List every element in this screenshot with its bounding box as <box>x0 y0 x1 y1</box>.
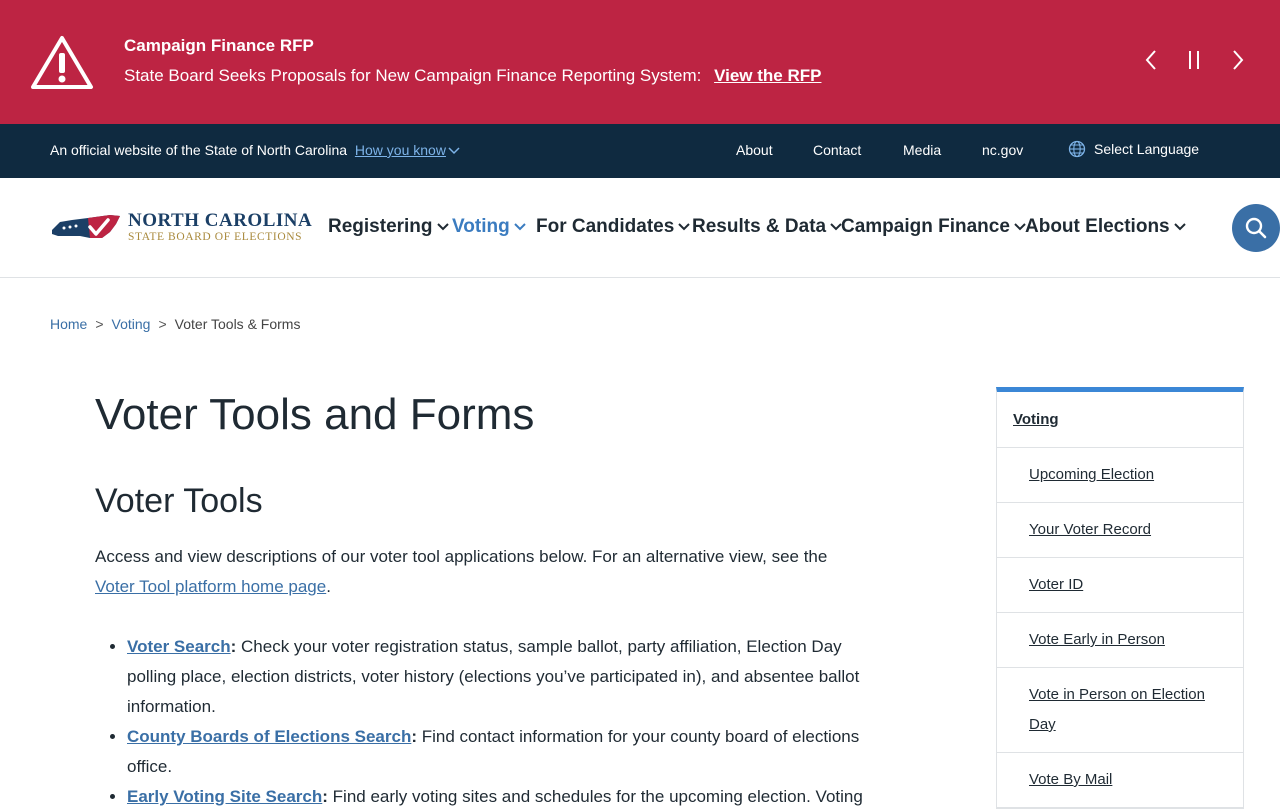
intro-paragraph: Access and view descriptions of our vote… <box>95 542 865 602</box>
breadcrumb-separator: > <box>158 316 167 332</box>
util-link-contact[interactable]: Contact <box>813 142 861 158</box>
alert-pause-button[interactable] <box>1178 44 1210 76</box>
pause-icon <box>1189 51 1199 69</box>
sidebar-heading: Voting <box>997 392 1243 448</box>
sidebar-item-vote-early-in-person: Vote Early in Person <box>997 613 1243 668</box>
nav-label: Registering <box>328 216 433 237</box>
nav-label: About Elections <box>1025 216 1170 237</box>
warning-icon <box>31 36 93 89</box>
globe-icon <box>1068 140 1086 158</box>
chevron-down-icon <box>1173 223 1186 231</box>
tool-description: Find early voting sites and schedules fo… <box>327 787 863 806</box>
how-you-know-toggle[interactable]: How you know <box>355 142 460 158</box>
breadcrumb-voting[interactable]: Voting <box>112 316 151 332</box>
main-navigation: NORTH CAROLINA STATE BOARD OF ELECTIONS … <box>0 178 1280 278</box>
sidebar-link[interactable]: Vote Early in Person <box>1029 631 1165 648</box>
sidebar-item-vote-in-person-election-day: Vote in Person on Election Day <box>997 668 1243 753</box>
nav-for-candidates[interactable]: For Candidates <box>536 216 691 238</box>
nav-voting[interactable]: Voting <box>452 216 526 238</box>
search-icon <box>1245 217 1267 239</box>
county-boards-search-link[interactable]: County Boards of Elections Search <box>127 727 411 746</box>
voter-tools-list: Voter Search: Check your voter registrat… <box>95 632 865 812</box>
nav-label: Campaign Finance <box>841 216 1010 237</box>
intro-period: . <box>326 577 331 596</box>
chevron-left-icon <box>1145 50 1156 70</box>
early-voting-site-search-link[interactable]: Early Voting Site Search <box>127 787 322 806</box>
chevron-right-icon <box>1233 50 1244 70</box>
tool-description: Check your voter registration status, sa… <box>127 637 860 716</box>
alert-prev-button[interactable] <box>1135 44 1167 76</box>
official-text: An official website of the State of Nort… <box>50 142 348 158</box>
main-content: Voter Tools and Forms Voter Tools Access… <box>95 388 865 812</box>
voter-tool-platform-link[interactable]: Voter Tool platform home page <box>95 577 326 596</box>
sidebar-item-upcoming-election: Upcoming Election <box>997 448 1243 503</box>
alert-next-button[interactable] <box>1222 44 1254 76</box>
logo-subtitle: STATE BOARD OF ELECTIONS <box>128 231 303 243</box>
chevron-down-icon <box>513 223 526 231</box>
nav-about-elections[interactable]: About Elections <box>1025 216 1186 238</box>
voter-search-link[interactable]: Voter Search <box>127 637 231 656</box>
search-button[interactable] <box>1232 204 1280 252</box>
section-sidebar-nav: Voting Upcoming Election Your Voter Reco… <box>996 387 1244 809</box>
alert-title: Campaign Finance RFP <box>124 36 314 55</box>
nav-label: Results & Data <box>692 216 827 237</box>
util-link-media[interactable]: Media <box>903 142 941 158</box>
sidebar-link[interactable]: Vote By Mail <box>1029 771 1112 788</box>
sidebar-heading-voting-link[interactable]: Voting <box>1013 411 1059 428</box>
sidebar-link[interactable]: Voter ID <box>1029 576 1083 593</box>
breadcrumb-home[interactable]: Home <box>50 316 87 332</box>
view-rfp-link[interactable]: View the RFP <box>714 66 821 85</box>
chevron-down-icon <box>448 147 460 155</box>
page-title: Voter Tools and Forms <box>95 390 535 439</box>
nav-registering[interactable]: Registering <box>328 216 449 238</box>
chevron-down-icon <box>436 223 449 231</box>
utility-bar: An official website of the State of Nort… <box>0 124 1280 178</box>
select-language-label: Select Language <box>1094 141 1200 157</box>
sidebar-link[interactable]: Vote in Person on Election Day <box>1029 686 1205 733</box>
intro-text: Access and view descriptions of our vote… <box>95 547 828 566</box>
util-link-ncgov[interactable]: nc.gov <box>982 142 1023 158</box>
select-language-button[interactable]: Select Language <box>1068 140 1199 158</box>
nav-label: For Candidates <box>536 216 675 237</box>
list-item: County Boards of Elections Search: Find … <box>127 722 865 782</box>
nc-state-map-icon <box>52 215 120 238</box>
chevron-down-icon <box>678 223 691 231</box>
section-title-voter-tools: Voter Tools <box>95 482 263 520</box>
nav-campaign-finance[interactable]: Campaign Finance <box>841 216 1026 238</box>
sidebar-item-voter-id: Voter ID <box>997 558 1243 613</box>
site-logo[interactable]: NORTH CAROLINA STATE BOARD OF ELECTIONS <box>50 208 312 248</box>
breadcrumb: Home > Voting > Voter Tools & Forms <box>50 316 300 332</box>
alert-body: State Board Seeks Proposals for New Camp… <box>124 66 821 86</box>
list-item: Early Voting Site Search: Find early vot… <box>127 782 865 812</box>
list-item: Voter Search: Check your voter registrat… <box>127 632 865 722</box>
how-you-know-label: How you know <box>354 142 446 158</box>
breadcrumb-separator: > <box>95 316 104 332</box>
breadcrumb-current: Voter Tools & Forms <box>174 316 301 332</box>
sidebar-link[interactable]: Upcoming Election <box>1029 466 1154 483</box>
sidebar-link[interactable]: Your Voter Record <box>1029 521 1151 538</box>
util-link-about[interactable]: About <box>736 142 773 158</box>
official-website-notice: An official website of the State of Nort… <box>50 142 460 158</box>
nav-label: Voting <box>452 216 510 237</box>
nav-results-data[interactable]: Results & Data <box>692 216 842 238</box>
alert-body-text: State Board Seeks Proposals for New Camp… <box>124 66 702 85</box>
logo-name: NORTH CAROLINA <box>128 210 313 231</box>
alert-banner: Campaign Finance RFP State Board Seeks P… <box>0 0 1280 124</box>
sidebar-item-your-voter-record: Your Voter Record <box>997 503 1243 558</box>
